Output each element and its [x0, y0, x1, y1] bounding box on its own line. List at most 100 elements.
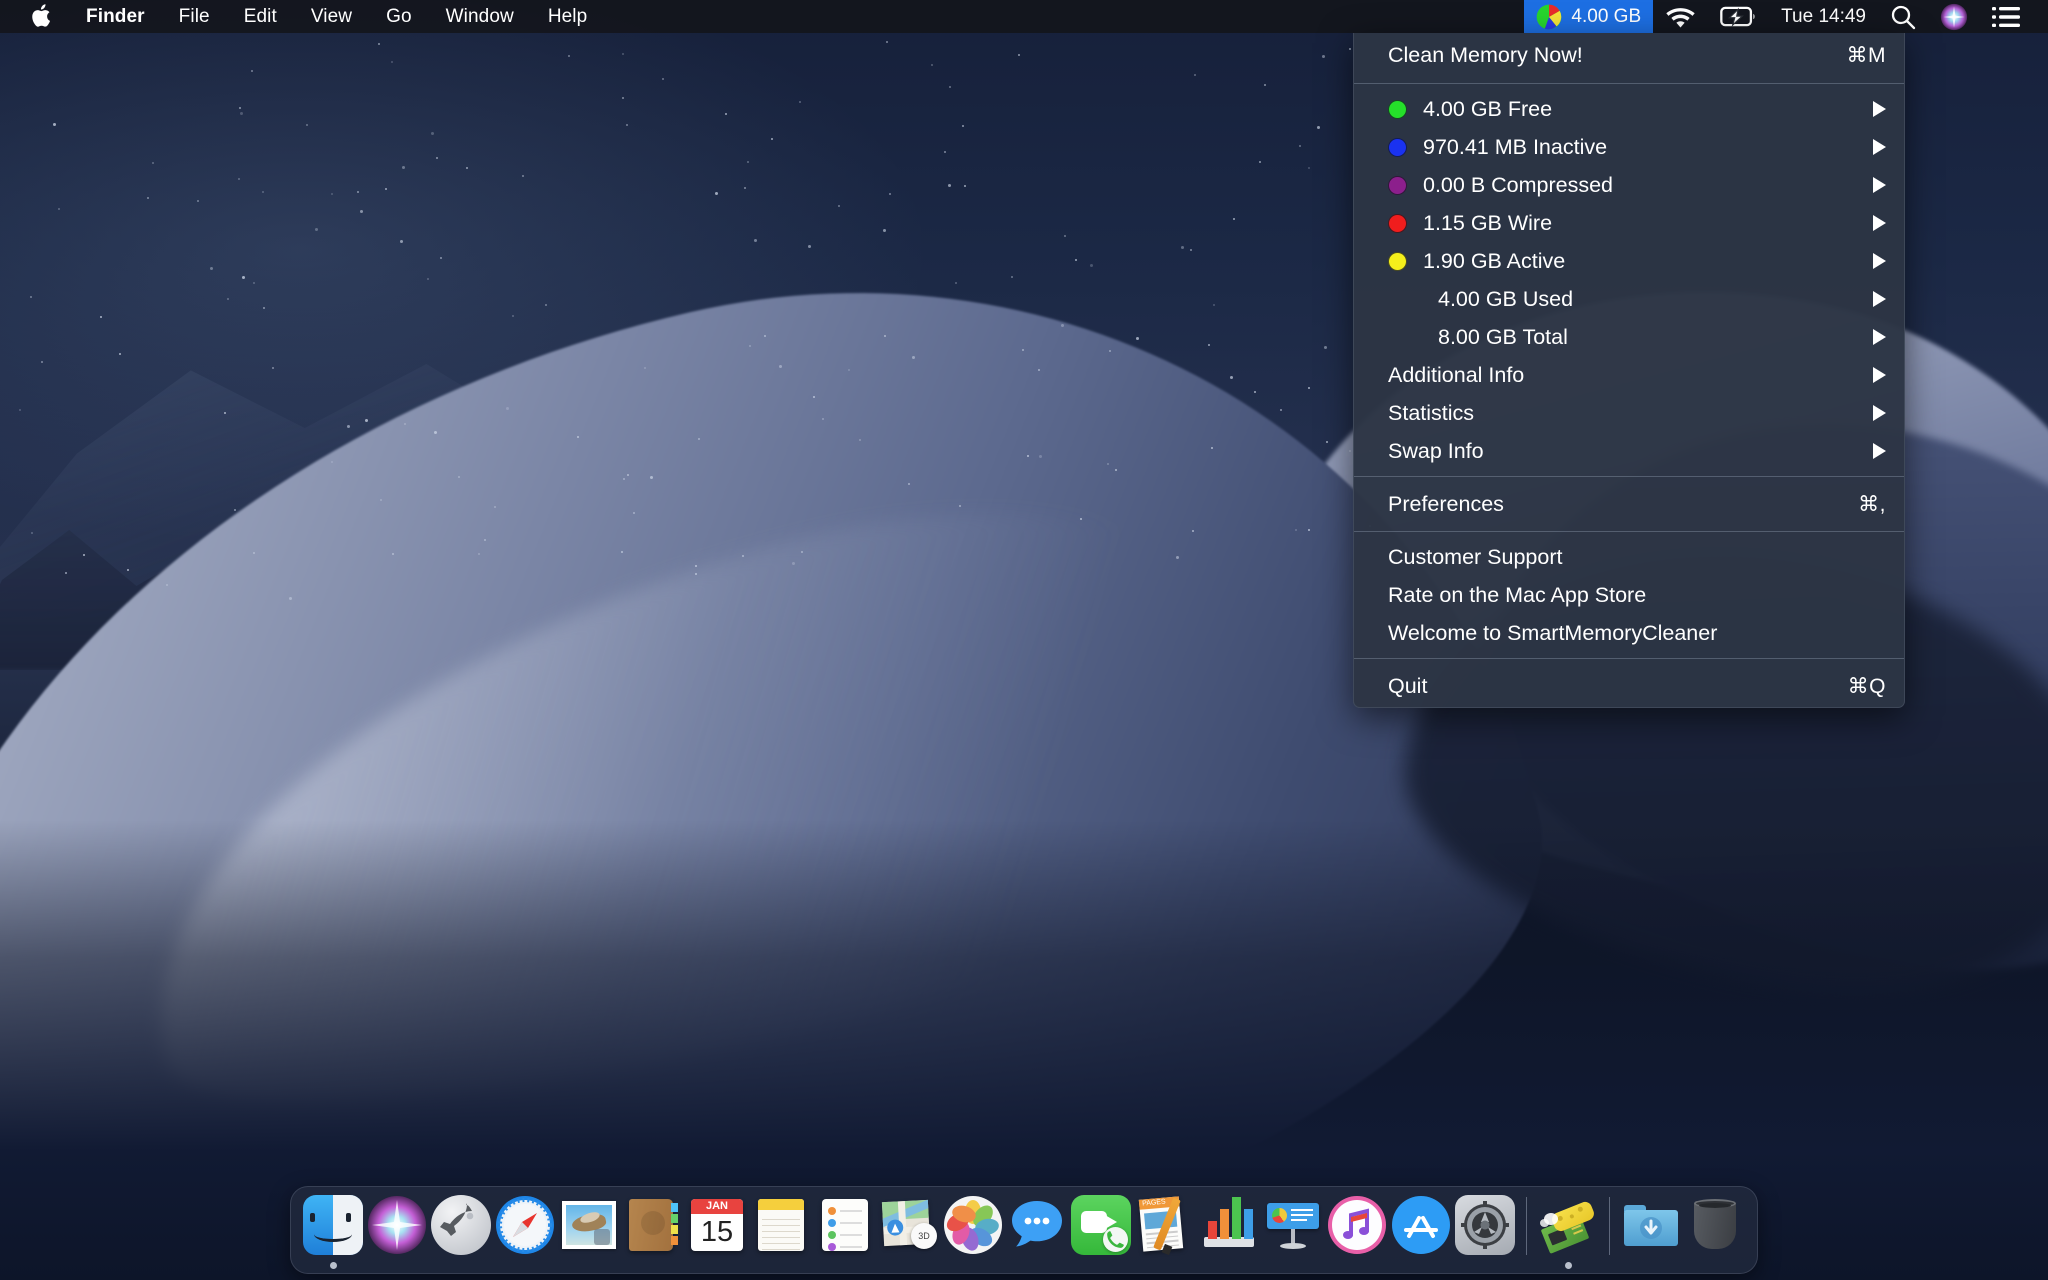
dock-item-trash[interactable]: [1683, 1187, 1747, 1269]
status-item-memory[interactable]: 4.00 GB: [1524, 0, 1654, 33]
menu-item-preferences-shortcut: ⌘,: [1858, 492, 1886, 516]
menu-item-clean-memory-now-shortcut: ⌘M: [1846, 43, 1886, 67]
dock-item-pages[interactable]: PAGES: [1133, 1187, 1197, 1269]
menu-item-inactive[interactable]: 970.41 MB Inactive: [1354, 128, 1904, 166]
status-dot-wire: [1388, 213, 1407, 233]
menu-item-quit-shortcut: ⌘Q: [1847, 674, 1886, 698]
menu-bar-item-edit[interactable]: Edit: [227, 0, 294, 33]
dock-item-siri[interactable]: [365, 1187, 429, 1269]
status-item-notification-center[interactable]: [1980, 0, 2032, 33]
menu-item-compressed-label: 0.00 B Compressed: [1423, 172, 1614, 197]
running-indicator: [1226, 1262, 1233, 1269]
maps-icon: 3D: [879, 1195, 939, 1255]
battery-charging-icon: [1720, 6, 1757, 27]
running-indicator: [1564, 1262, 1572, 1269]
dock-item-itunes[interactable]: [1325, 1187, 1389, 1269]
menu-item-clean-memory-now-label: Clean Memory Now!: [1388, 42, 1583, 67]
running-indicator: [842, 1262, 849, 1269]
calendar-day-label: 15: [700, 1216, 734, 1248]
app-store-icon: [1391, 1195, 1451, 1255]
dock-item-maps[interactable]: 3D: [877, 1187, 941, 1269]
menu-item-rate-app-store[interactable]: Rate on the Mac App Store: [1354, 576, 1904, 614]
running-indicator: [1354, 1262, 1361, 1269]
dock-item-app-store[interactable]: [1389, 1187, 1453, 1269]
facetime-icon: [1071, 1195, 1131, 1255]
dock-item-photos[interactable]: [941, 1187, 1005, 1269]
pages-icon: PAGES: [1135, 1195, 1195, 1256]
menu-item-total[interactable]: 8.00 GB Total: [1354, 318, 1904, 356]
menu-separator-1: [1354, 83, 1904, 84]
dock-item-finder[interactable]: [301, 1187, 365, 1269]
menu-item-wire[interactable]: 1.15 GB Wire: [1354, 204, 1904, 242]
dock-item-keynote[interactable]: [1261, 1187, 1325, 1269]
status-item-siri[interactable]: [1928, 0, 1980, 33]
launchpad-rocket-icon: [431, 1195, 491, 1255]
dock-item-facetime[interactable]: [1069, 1187, 1133, 1269]
dock-item-notes[interactable]: [749, 1187, 813, 1269]
menu-bar-item-window[interactable]: Window: [429, 0, 531, 33]
messages-bubble-icon: [1007, 1195, 1067, 1255]
status-dot-free: [1388, 99, 1407, 119]
menu-bar-item-file[interactable]: File: [162, 0, 227, 33]
running-indicator: [1418, 1262, 1425, 1269]
menu-item-swap-info[interactable]: Swap Info: [1354, 432, 1904, 470]
keynote-icon: [1263, 1195, 1323, 1255]
status-item-clock[interactable]: Tue 14:49: [1769, 0, 1878, 33]
status-item-spotlight[interactable]: [1878, 0, 1928, 33]
running-indicator: [650, 1262, 657, 1269]
menu-item-welcome[interactable]: Welcome to SmartMemoryCleaner: [1354, 614, 1904, 652]
menu-bar-app-menus: Finder File Edit View Go Window Help: [0, 0, 604, 33]
menu-item-clean-memory-now[interactable]: Clean Memory Now! ⌘M: [1354, 33, 1904, 77]
running-indicator: [394, 1262, 401, 1269]
status-item-wifi[interactable]: [1653, 0, 1708, 33]
menu-item-customer-support[interactable]: Customer Support: [1354, 538, 1904, 576]
menu-item-statistics[interactable]: Statistics: [1354, 394, 1904, 432]
system-preferences-gear-icon: [1455, 1195, 1515, 1255]
pie-chart-icon: [1536, 4, 1562, 30]
finder-icon: [303, 1195, 363, 1255]
dock-item-calendar[interactable]: JAN 15: [685, 1187, 749, 1269]
menu-bar-item-finder[interactable]: Finder: [69, 0, 162, 33]
safari-compass-icon: [495, 1195, 555, 1255]
running-indicator: [1712, 1262, 1719, 1269]
dock-item-smart-memory-cleaner[interactable]: [1536, 1187, 1600, 1269]
status-item-battery[interactable]: [1708, 0, 1769, 33]
menu-item-inactive-label: 970.41 MB Inactive: [1423, 134, 1608, 159]
menu-bar-item-view[interactable]: View: [294, 0, 369, 33]
dock-item-safari[interactable]: [493, 1187, 557, 1269]
spotlight-search-icon: [1890, 4, 1916, 30]
submenu-arrow-icon: [1873, 253, 1886, 269]
submenu-arrow-icon: [1873, 329, 1886, 345]
dock-item-system-preferences[interactable]: [1453, 1187, 1517, 1269]
siri-icon: [367, 1195, 427, 1255]
menu-bar-item-help[interactable]: Help: [531, 0, 604, 33]
dock-item-messages[interactable]: [1005, 1187, 1069, 1269]
dock-item-reminders[interactable]: [813, 1187, 877, 1269]
running-indicator: [1162, 1262, 1169, 1269]
dock-item-mail[interactable]: [557, 1187, 621, 1269]
running-indicator: [714, 1262, 721, 1269]
menu-item-rate-app-store-label: Rate on the Mac App Store: [1388, 582, 1647, 607]
menu-item-active[interactable]: 1.90 GB Active: [1354, 242, 1904, 280]
apple-menu-icon[interactable]: [0, 4, 69, 29]
reminders-icon: [815, 1195, 875, 1255]
status-dot-inactive: [1388, 137, 1407, 157]
menu-item-quit[interactable]: Quit ⌘Q: [1354, 665, 1904, 707]
menu-item-compressed[interactable]: 0.00 B Compressed: [1354, 166, 1904, 204]
menu-item-free[interactable]: 4.00 GB Free: [1354, 90, 1904, 128]
menu-item-preferences[interactable]: Preferences ⌘,: [1354, 483, 1904, 525]
dock-item-launchpad[interactable]: [429, 1187, 493, 1269]
itunes-icon: [1327, 1195, 1387, 1255]
running-indicator: [1034, 1262, 1041, 1269]
submenu-arrow-icon: [1873, 443, 1886, 459]
dock-item-contacts[interactable]: [621, 1187, 685, 1269]
calendar-icon: JAN 15: [687, 1195, 747, 1255]
menu-item-used[interactable]: 4.00 GB Used: [1354, 280, 1904, 318]
dock-item-downloads-folder[interactable]: [1619, 1187, 1683, 1269]
mail-stamp-icon: [559, 1195, 619, 1255]
menu-item-additional-info[interactable]: Additional Info: [1354, 356, 1904, 394]
menu-item-used-label: 4.00 GB Used: [1438, 286, 1574, 311]
status-dot-compressed: [1388, 175, 1407, 195]
dock-item-numbers[interactable]: [1197, 1187, 1261, 1269]
menu-bar-item-go[interactable]: Go: [369, 0, 429, 33]
